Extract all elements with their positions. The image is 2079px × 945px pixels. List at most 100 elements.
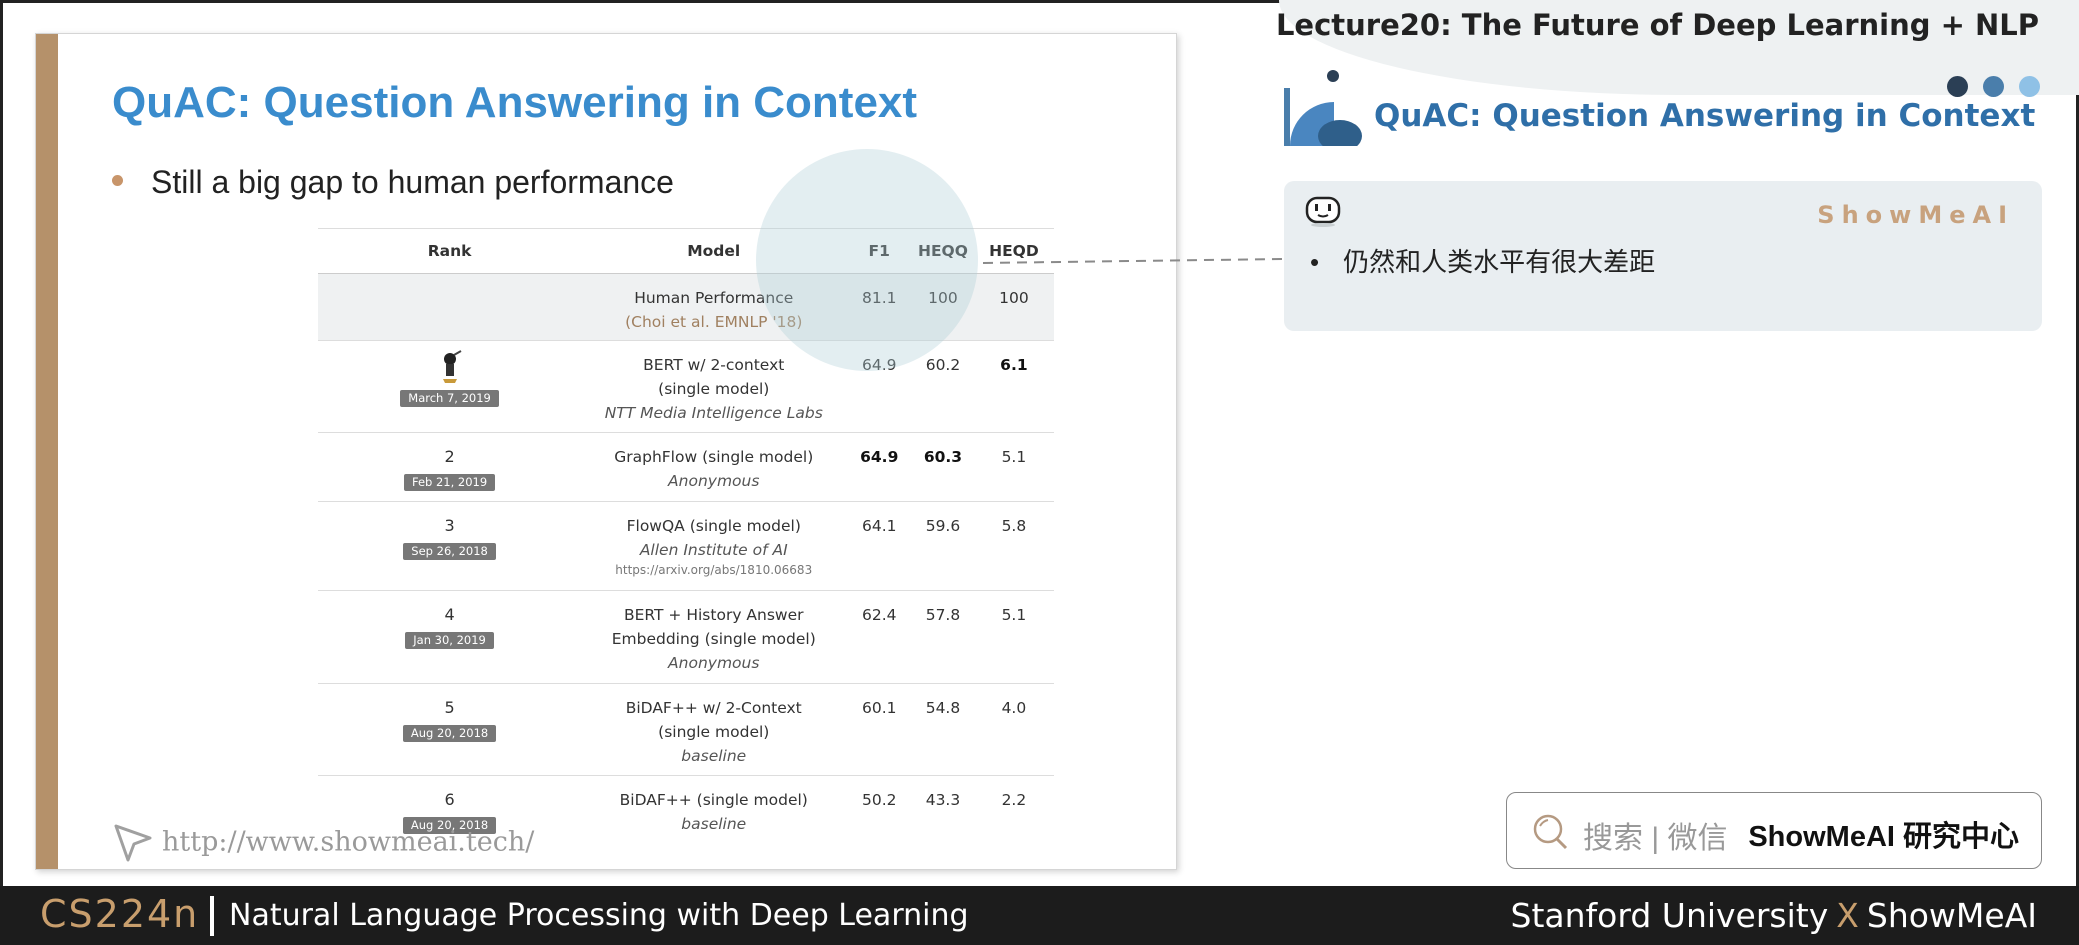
website-link-text[interactable]: http://www.showmeai.tech/	[162, 827, 534, 858]
model-name: BiDAF++ w/ 2-Context	[625, 699, 802, 717]
rank-number: 4	[444, 605, 455, 624]
lecture-title: Lecture20: The Future of Deep Learning +…	[1275, 8, 2039, 42]
search-icon	[1533, 814, 1568, 850]
model-name: FlowQA (single model)	[626, 517, 801, 535]
date-badge: Jan 30, 2019	[405, 632, 494, 649]
footer-partners: Stanford University X ShowMeAI	[1511, 896, 2037, 935]
f1-cell: 50.2	[861, 791, 897, 809]
model-name: BERT + History Answer	[623, 606, 804, 624]
bullet-dot-icon	[112, 175, 123, 187]
partner-x: X	[1836, 896, 1859, 935]
callout-connector	[983, 258, 1283, 264]
model-org: Anonymous	[668, 472, 760, 490]
model-cell: BERT + History Answer Embedding (single …	[581, 590, 847, 684]
website-link[interactable]: http://www.showmeai.tech/	[112, 822, 534, 864]
heqd-cell: 2.2	[1001, 791, 1027, 809]
course-name: Natural Language Processing with Deep Le…	[229, 898, 969, 933]
model-cell: FlowQA (single model) Allen Institute of…	[581, 501, 847, 591]
partner-stanford: Stanford University	[1510, 896, 1829, 935]
leaderboard-table: Rank Model F1 HEQQ HEQD Human Performanc…	[318, 228, 1054, 838]
heqq-cell: 54.8	[912, 683, 974, 776]
heqq-cell: 57.8	[912, 590, 974, 684]
wechat-search-box[interactable]: 搜索 | 微信 ShowMeAI 研究中心	[1506, 792, 2042, 869]
heqq-cell: 43.3	[925, 791, 961, 809]
heqq-cell: 59.6	[912, 501, 974, 591]
human-heqq: 100	[912, 273, 974, 341]
mascot-icon	[442, 350, 462, 383]
header-heqd: HEQD	[973, 228, 1054, 274]
f1-cell: 64.9	[846, 340, 913, 433]
heqd-cell: 4.0	[973, 683, 1054, 776]
header-f1: F1	[846, 228, 913, 274]
rank-number: 3	[444, 516, 455, 535]
heqq-cell: 60.3	[912, 432, 974, 502]
model-name-cont: Embedding (single model)	[611, 630, 816, 648]
model-cell: GraphFlow (single model) Anonymous	[581, 432, 847, 502]
model-name-cont: (single model)	[658, 380, 770, 398]
rank-number: 6	[444, 790, 455, 809]
rank-cell: 5 Aug 20, 2018	[318, 683, 582, 776]
robot-icon	[1305, 196, 1341, 227]
table-row: 4 Jan 30, 2019 BERT + History Answer Emb…	[318, 590, 1054, 684]
model-cell: BERT w/ 2-context (single model) NTT Med…	[581, 340, 847, 433]
brand-tag: ShowMeAI	[1817, 201, 2014, 229]
heqd-cell: 5.1	[973, 432, 1054, 502]
course-code: CS224n	[40, 892, 200, 936]
footer-divider	[210, 896, 214, 936]
model-org: NTT Media Intelligence Labs	[604, 404, 823, 422]
heqd-cell: 5.1	[973, 590, 1054, 684]
table-row: March 7, 2019 BERT w/ 2-context (single …	[318, 340, 1054, 433]
date-badge: Sep 26, 2018	[403, 543, 496, 560]
rank-cell: 2 Feb 21, 2019	[318, 432, 582, 502]
rank-number: 5	[444, 698, 455, 717]
model-org: Anonymous	[668, 654, 760, 672]
note-bullet: • 仍然和人类水平有很大差距	[1310, 242, 1655, 279]
note-card: ShowMeAI • 仍然和人类水平有很大差距	[1284, 181, 2042, 331]
date-badge: Aug 20, 2018	[402, 725, 497, 742]
date-badge: March 7, 2019	[400, 390, 499, 407]
header-rank: Rank	[318, 228, 582, 274]
human-heqd: 100	[973, 273, 1054, 341]
human-citation: (Choi et al. EMNLP '18)	[625, 313, 803, 331]
decor-dot-mid	[1983, 76, 2004, 97]
slide-title: QuAC: Question Answering in Context	[112, 78, 918, 127]
human-rank-cell	[318, 273, 582, 341]
note-bullet-mark: •	[1310, 247, 1320, 277]
slide-panel: QuAC: Question Answering in Context Stil…	[35, 33, 1177, 870]
heqd-cell: 6.1	[973, 340, 1054, 433]
model-name-cont: (single model)	[658, 723, 770, 741]
decor-dot-dark	[1947, 76, 1968, 97]
human-f1: 81.1	[846, 273, 913, 341]
search-label: 搜索 | 微信	[1583, 822, 1728, 855]
notes-title: QuAC: Question Answering in Context	[1374, 98, 2036, 134]
table-header-row: Rank Model F1 HEQQ HEQD	[318, 228, 1054, 274]
header-model: Model	[581, 228, 847, 274]
model-url: https://arxiv.org/abs/1810.06683	[615, 563, 813, 577]
partner-showmeai: ShowMeAI	[1866, 896, 2037, 935]
table-row: 2 Feb 21, 2019 GraphFlow (single model) …	[318, 432, 1054, 502]
table-row: 3 Sep 26, 2018 FlowQA (single model) All…	[318, 501, 1054, 591]
human-model-cell: Human Performance (Choi et al. EMNLP '18…	[581, 273, 847, 341]
table-row-human: Human Performance (Choi et al. EMNLP '18…	[318, 273, 1054, 341]
rank-cell: 3 Sep 26, 2018	[318, 501, 582, 591]
heqq-cell: 60.2	[912, 340, 974, 433]
human-model-name: Human Performance	[634, 289, 794, 307]
section-logo-icon	[1284, 88, 1362, 146]
slide-accent-bar	[36, 34, 58, 869]
date-badge: Feb 21, 2019	[403, 474, 496, 491]
table-row: 5 Aug 20, 2018 BiDAF++ w/ 2-Context (sin…	[318, 683, 1054, 776]
f1-cell: 60.1	[846, 683, 913, 776]
cursor-pointer-icon	[114, 824, 152, 862]
model-org: baseline	[681, 747, 747, 765]
model-cell: BiDAF++ (single model) baseline	[581, 776, 846, 838]
slide-bullet-text: Still a big gap to human performance	[151, 164, 674, 200]
note-text: 仍然和人类水平有很大差距	[1343, 247, 1656, 277]
footer-bar: CS224n Natural Language Processing with …	[0, 886, 2079, 945]
f1-cell: 64.9	[846, 432, 913, 502]
model-name: BiDAF++ (single model)	[619, 791, 808, 809]
model-name: BERT w/ 2-context	[643, 356, 785, 374]
decor-dot-small	[1327, 70, 1339, 82]
rank-number: 2	[444, 447, 455, 466]
header-heqq: HEQQ	[912, 228, 974, 274]
rank-cell: 4 Jan 30, 2019	[318, 590, 582, 684]
